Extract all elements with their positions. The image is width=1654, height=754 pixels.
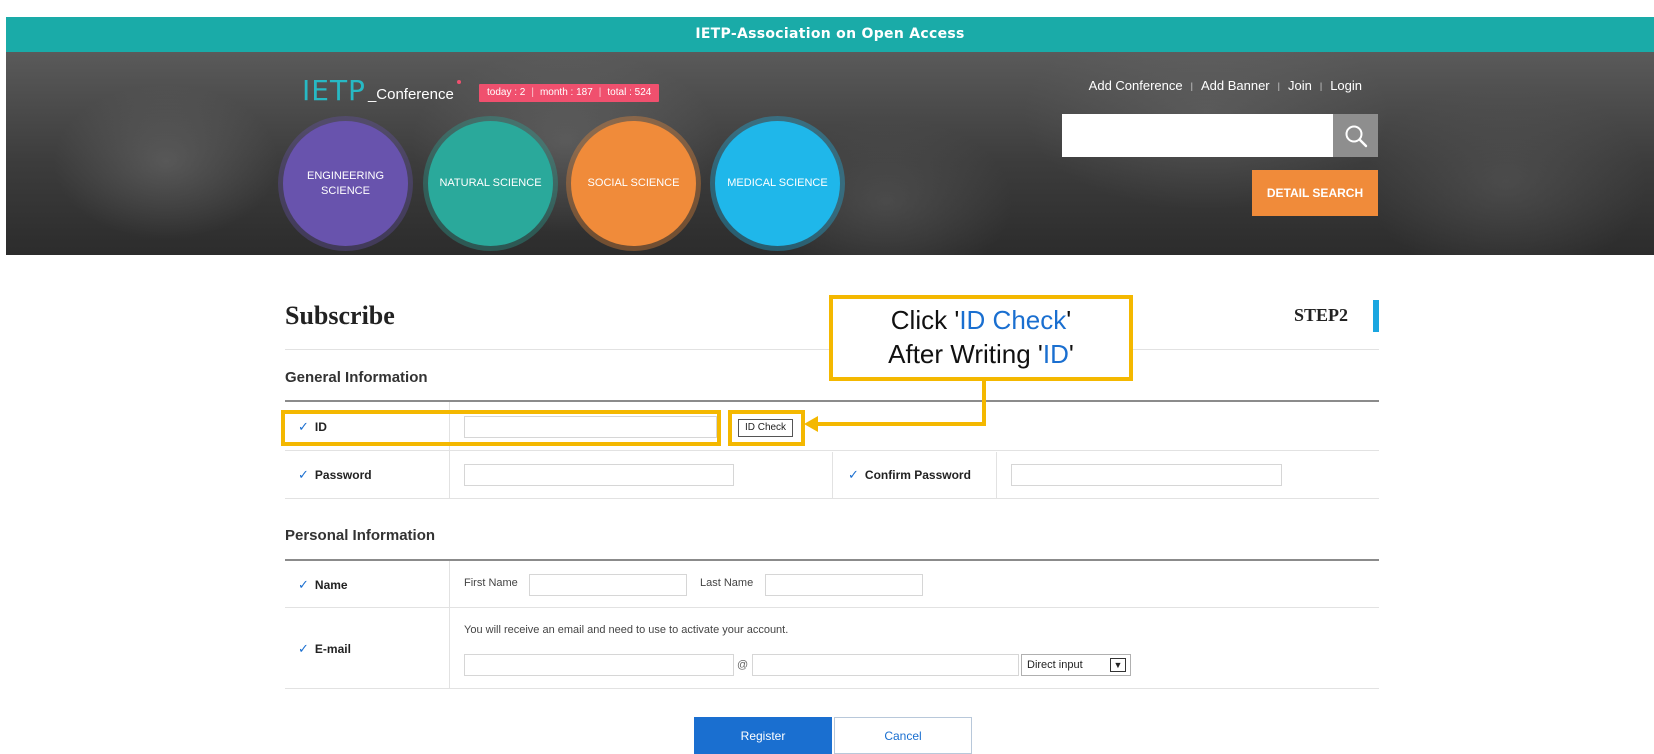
confirm-password-label: ✓ Confirm Password xyxy=(848,467,971,482)
chevron-down-icon: ▼ xyxy=(1110,658,1126,672)
detail-search-button[interactable]: DETAIL SEARCH xyxy=(1252,170,1378,216)
divider xyxy=(449,561,450,688)
divider xyxy=(285,559,1379,561)
site-logo[interactable]: IETP _Conference xyxy=(302,74,461,107)
stat-total: total : 524 xyxy=(607,87,652,98)
stat-today: today : 2 xyxy=(487,87,526,98)
check-icon: ✓ xyxy=(298,641,309,656)
top-banner: IETP-Association on Open Access xyxy=(6,17,1654,52)
check-icon: ✓ xyxy=(298,577,309,592)
last-name-label: Last Name xyxy=(700,577,754,589)
callout-line-1: Click 'ID Check' xyxy=(890,305,1072,335)
email-domain-select[interactable]: Direct input ▼ xyxy=(1021,654,1131,676)
divider: | xyxy=(1319,80,1323,91)
last-name-input[interactable] xyxy=(765,574,923,596)
stat-month: month : 187 xyxy=(539,87,593,98)
search-input[interactable] xyxy=(1062,114,1333,157)
search-button[interactable] xyxy=(1333,114,1378,157)
callout-connector xyxy=(982,381,986,426)
divider xyxy=(285,688,1379,689)
divider xyxy=(996,452,997,499)
category-social-science[interactable]: SOCIAL SCIENCE xyxy=(571,121,696,246)
step-bar xyxy=(1373,300,1379,332)
divider xyxy=(832,452,833,499)
first-name-label: First Name xyxy=(464,577,518,589)
confirm-password-input[interactable] xyxy=(1011,464,1282,486)
category-engineering-science[interactable]: ENGINEERING SCIENCE xyxy=(283,121,408,246)
callout-connector xyxy=(816,422,986,426)
add-conference-link[interactable]: Add Conference xyxy=(1089,78,1183,93)
callout-line-2: After Writing 'ID' xyxy=(888,339,1074,369)
divider: | xyxy=(1190,80,1193,91)
email-local-input[interactable] xyxy=(464,654,734,676)
section-title-general: General Information xyxy=(285,369,428,386)
check-icon: ✓ xyxy=(848,467,859,482)
page-title: Subscribe xyxy=(285,301,395,330)
password-label: ✓ Password xyxy=(298,467,372,482)
divider: | xyxy=(598,87,602,98)
logo-subtitle: _Conference xyxy=(368,80,461,106)
cancel-button[interactable]: Cancel xyxy=(834,717,972,754)
first-name-input[interactable] xyxy=(529,574,687,596)
logo-dot-icon xyxy=(456,80,461,84)
email-label: ✓ E-mail xyxy=(298,641,351,656)
join-link[interactable]: Join xyxy=(1288,78,1312,93)
id-check-highlight xyxy=(728,410,805,446)
email-domain-input[interactable] xyxy=(752,654,1019,676)
section-title-personal: Personal Information xyxy=(285,527,436,544)
arrow-left-icon xyxy=(804,416,818,432)
password-input[interactable] xyxy=(464,464,734,486)
logo-mark: IETP xyxy=(302,74,366,107)
divider xyxy=(285,607,1379,608)
header-links: Add Conference | Add Banner | Join | Log… xyxy=(1089,78,1362,93)
email-note: You will receive an email and need to us… xyxy=(464,624,789,636)
page: IETP-Association on Open Access IETP _Co… xyxy=(0,0,1654,754)
email-at-sign: @ xyxy=(737,659,749,671)
id-row-highlight xyxy=(281,410,721,446)
divider xyxy=(285,450,1379,451)
name-label: ✓ Name xyxy=(298,577,348,592)
divider xyxy=(285,498,1379,499)
check-icon: ✓ xyxy=(298,467,309,482)
step-indicator: STEP2 xyxy=(1294,305,1349,325)
register-button[interactable]: Register xyxy=(694,717,832,754)
visit-stats-badge: today : 2 | month : 187 | total : 524 xyxy=(479,84,660,102)
add-banner-link[interactable]: Add Banner xyxy=(1201,78,1270,93)
search-icon xyxy=(1345,125,1367,147)
category-medical-science[interactable]: MEDICAL SCIENCE xyxy=(715,121,840,246)
category-natural-science[interactable]: NATURAL SCIENCE xyxy=(428,121,553,246)
instruction-callout: Click 'ID Check' After Writing 'ID' xyxy=(829,295,1133,381)
divider: | xyxy=(531,87,534,98)
login-link[interactable]: Login xyxy=(1330,78,1362,93)
divider: | xyxy=(1277,80,1280,91)
